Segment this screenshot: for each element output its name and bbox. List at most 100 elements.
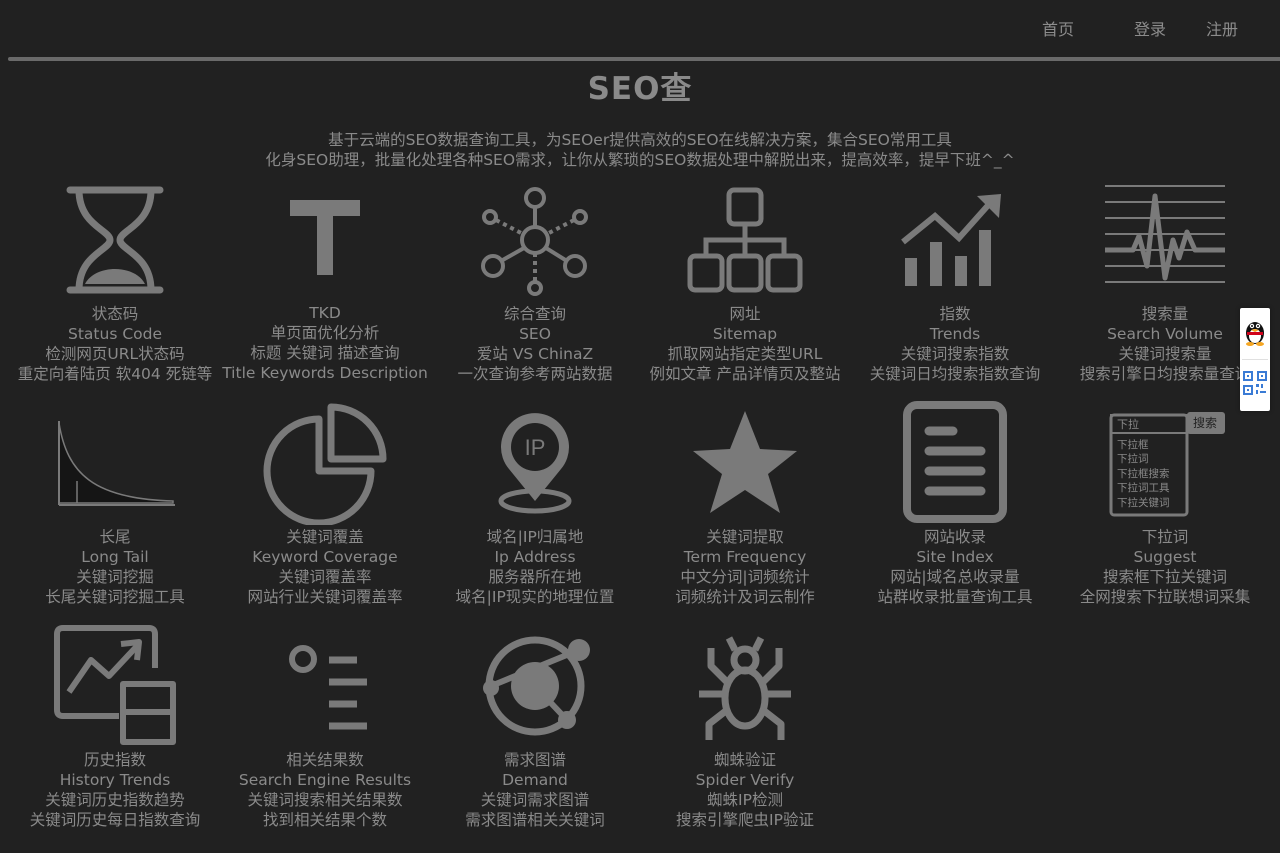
- page-description-line-2: 化身SEO助理，批量化处理各种SEO需求，让你从繁琐的SEO数据处理中解脱出来，…: [265, 151, 1015, 169]
- tool-desc-2: 搜索引擎爬虫IP验证: [676, 811, 814, 829]
- text-t-icon: [220, 180, 430, 300]
- tool-desc: 关键词搜索指数: [900, 345, 1010, 363]
- tool-desc: 关键词搜索相关结果数: [247, 791, 403, 809]
- side-float-panel: [1240, 308, 1270, 411]
- pulse-wave-icon: [1060, 180, 1270, 300]
- tool-name: 相关结果数: [286, 751, 364, 769]
- tool-name: 蜘蛛验证: [713, 751, 776, 769]
- tool-name-en: Term Frequency: [683, 548, 807, 566]
- tool-desc-2: 关键词历史每日指数查询: [29, 811, 201, 829]
- suggest-input-text: 下拉: [1117, 417, 1139, 431]
- document-list-icon: [850, 401, 1060, 523]
- tool-desc-2: Title Keywords Description: [222, 364, 428, 382]
- tool-search-results[interactable]: 相关结果数 Search Engine Results 关键词搜索相关结果数 找…: [220, 626, 430, 848]
- dropdown-suggest-icon: 下拉 搜索 下拉框 下拉词 下拉框搜索 下拉词工具 下拉关键词: [1060, 403, 1270, 523]
- tool-name-en: History Trends: [59, 771, 171, 789]
- suggest-item: 下拉关键词: [1117, 496, 1170, 509]
- tool-name: 综合查询: [503, 305, 566, 323]
- tool-name: 历史指数: [83, 751, 146, 769]
- tool-desc: 服务器所在地: [488, 568, 582, 586]
- tool-desc-2: 全网搜索下拉联想词采集: [1079, 588, 1251, 606]
- tool-status-code[interactable]: 状态码 Status Code 检测网页URL状态码 重定向着陆页 软404 死…: [10, 180, 220, 402]
- tool-name: TKD: [309, 304, 341, 322]
- tool-suggest[interactable]: 下拉 搜索 下拉框 下拉词 下拉框搜索 下拉词工具 下拉关键词 下拉词 Sugg…: [1060, 403, 1270, 625]
- tool-desc-2: 词频统计及词云制作: [675, 588, 815, 606]
- tool-ip-address[interactable]: IP 域名|IP归属地 Ip Address 服务器所在地 域名|IP现实的地理…: [430, 403, 640, 625]
- tool-desc-2: 找到相关结果个数: [262, 811, 387, 829]
- tool-name: 网址: [729, 305, 761, 323]
- tool-name: 状态码: [91, 305, 139, 323]
- tool-desc: 爱站 VS ChinaZ: [476, 345, 594, 363]
- tool-desc: 关键词历史指数趋势: [45, 791, 185, 809]
- tool-desc-2: 一次查询参考两站数据: [457, 365, 613, 383]
- tool-desc-2: 站群收录批量查询工具: [877, 588, 1033, 606]
- tool-site-index[interactable]: 网站收录 Site Index 网站|域名总收录量 站群收录批量查询工具: [850, 401, 1060, 625]
- tool-keyword-coverage[interactable]: 关键词覆盖 Keyword Coverage 关键词覆盖率 网站行业关键词覆盖率: [220, 403, 430, 625]
- tool-spider-verify[interactable]: 蜘蛛验证 Spider Verify 蜘蛛IP检测 搜索引擎爬虫IP验证: [640, 626, 850, 848]
- tool-name-en: Suggest: [1133, 548, 1197, 566]
- network-hub-icon: [430, 180, 640, 300]
- qq-penguin-icon: [1243, 316, 1267, 350]
- ip-pin-icon: IP: [430, 403, 640, 523]
- star-icon: [640, 403, 850, 523]
- tool-desc: 蜘蛛IP检测: [707, 791, 783, 809]
- tool-name: 长尾: [99, 528, 131, 546]
- suggest-item: 下拉词: [1117, 452, 1149, 465]
- tool-name-en: Sitemap: [712, 325, 778, 343]
- nav-register-link[interactable]: 注册: [1206, 16, 1238, 40]
- tool-sitemap[interactable]: 网址 Sitemap 抓取网站指定类型URL 例如文章 产品详情页及整站: [640, 180, 850, 402]
- suggest-item: 下拉框: [1117, 438, 1149, 451]
- tool-name-en: 单页面优化分析: [270, 324, 380, 342]
- tool-trends[interactable]: 指数 Trends 关键词搜索指数 关键词日均搜索指数查询: [850, 180, 1060, 402]
- qr-code-icon: [1243, 371, 1267, 399]
- header-divider: [8, 57, 1280, 61]
- tool-desc-2: 需求图谱相关关键词: [465, 811, 605, 829]
- tool-desc: 网站|域名总收录量: [890, 568, 1020, 586]
- tool-desc: 搜索框下拉关键词: [1102, 568, 1227, 586]
- tool-desc: 关键词覆盖率: [278, 568, 372, 586]
- pie-chart-icon: [220, 403, 430, 525]
- orbit-graph-icon: [430, 626, 640, 746]
- page-description-line-1: 基于云端的SEO数据查询工具，为SEOer提供高效的SEO在线解决方案，集合SE…: [328, 131, 952, 149]
- nav-login-link[interactable]: 登录: [1134, 16, 1166, 40]
- hourglass-icon: [10, 180, 220, 300]
- tool-desc: 标题 关键词 描述查询: [250, 344, 400, 362]
- tool-name-en: Search Engine Results: [238, 771, 412, 789]
- tool-desc: 关键词需求图谱: [480, 791, 590, 809]
- tool-term-frequency[interactable]: 关键词提取 Term Frequency 中文分词|词频统计 词频统计及词云制作: [640, 403, 850, 625]
- tool-name: 关键词提取: [706, 528, 784, 546]
- suggest-item: 下拉框搜索: [1117, 467, 1170, 480]
- bar-trend-icon: [850, 180, 1060, 300]
- result-list-icon: [220, 626, 430, 746]
- tool-name-en: Site Index: [916, 548, 994, 566]
- tool-demand[interactable]: 需求图谱 Demand 关键词需求图谱 需求图谱相关关键词: [430, 626, 640, 848]
- tool-name-en: Keyword Coverage: [252, 548, 398, 566]
- tool-name-en: SEO: [519, 325, 551, 343]
- tool-desc-2: 网站行业关键词覆盖率: [247, 588, 403, 606]
- page-title: SEO查: [587, 71, 693, 107]
- tool-desc-2: 域名|IP现实的地理位置: [455, 588, 615, 606]
- tool-name: 域名|IP归属地: [486, 528, 584, 546]
- tool-name-en: Ip Address: [494, 548, 576, 566]
- tool-desc-2: 长尾关键词挖掘工具: [45, 588, 185, 606]
- tool-desc: 检测网页URL状态码: [45, 345, 185, 363]
- tool-tkd[interactable]: TKD 单页面优化分析 标题 关键词 描述查询 Title Keywords D…: [220, 180, 430, 402]
- tool-name: 需求图谱: [503, 751, 566, 769]
- tool-name-en: Long Tail: [81, 548, 149, 566]
- tool-desc-2: 重定向着陆页 软404 死链等: [17, 365, 213, 383]
- long-tail-curve-icon: [10, 403, 220, 523]
- tool-long-tail[interactable]: 长尾 Long Tail 关键词挖掘 长尾关键词挖掘工具: [10, 403, 220, 625]
- top-bar: 首页 登录 注册: [0, 0, 1280, 52]
- tool-name: 网站收录: [923, 528, 986, 546]
- tool-desc-2: 关键词日均搜索指数查询: [869, 365, 1041, 383]
- qq-button[interactable]: [1240, 308, 1270, 358]
- ip-icon-label: IP: [525, 435, 546, 460]
- nav-home-link[interactable]: 首页: [1042, 16, 1074, 40]
- spider-icon: [640, 626, 850, 746]
- qr-code-button[interactable]: [1240, 360, 1270, 410]
- tool-search-volume[interactable]: 搜索量 Search Volume 关键词搜索量 搜索引擎日均搜索量查询: [1060, 180, 1270, 402]
- tool-name-en: Status Code: [68, 325, 162, 343]
- tool-name-en: Spider Verify: [695, 771, 795, 789]
- tool-history-trends[interactable]: 历史指数 History Trends 关键词历史指数趋势 关键词历史每日指数查…: [10, 625, 220, 848]
- tool-seo-overview[interactable]: 综合查询 SEO 爱站 VS ChinaZ 一次查询参考两站数据: [430, 180, 640, 402]
